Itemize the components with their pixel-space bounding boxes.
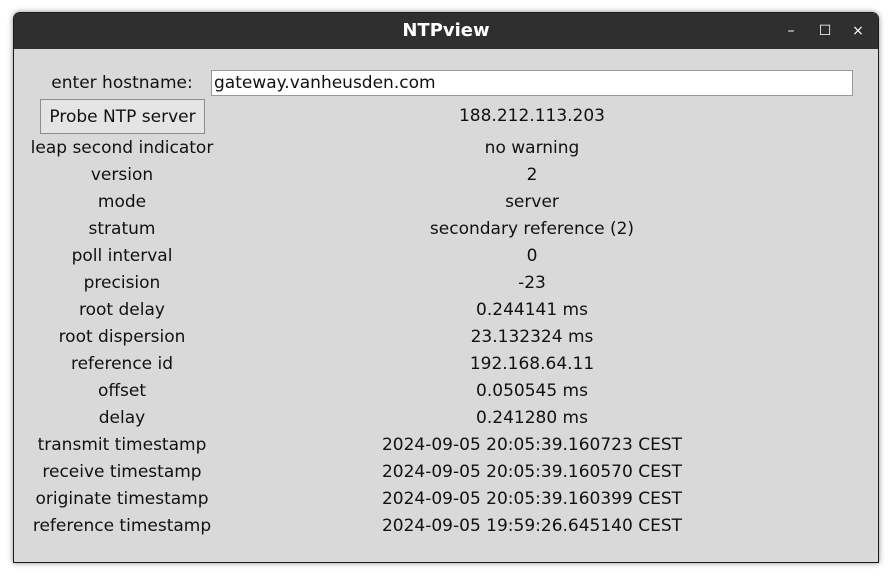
window-title: NTPview — [402, 20, 490, 41]
transmit-timestamp-value: 2024-09-05 20:05:39.160723 CEST — [381, 435, 683, 455]
reference-id-label: reference id — [70, 354, 174, 374]
maximize-icon[interactable]: ☐ — [816, 22, 834, 40]
transmit-timestamp-label: transmit timestamp — [37, 435, 207, 455]
leap-second-indicator-label: leap second indicator — [30, 138, 214, 158]
stratum-label: stratum — [88, 219, 156, 239]
offset-label: offset — [97, 381, 147, 401]
version-value: 2 — [526, 165, 538, 185]
mode-value: server — [505, 192, 559, 212]
poll-interval-value: 0 — [526, 246, 538, 266]
reference-timestamp-label: reference timestamp — [32, 516, 212, 536]
main-panel: enter hostname: Probe NTP server 188.212… — [14, 49, 878, 562]
hostname-label: enter hostname: — [51, 73, 193, 93]
receive-timestamp-label: receive timestamp — [42, 462, 202, 482]
title-bar[interactable]: NTPview – ☐ × — [14, 13, 878, 49]
root-dispersion-label: root dispersion — [58, 327, 186, 347]
delay-value: 0.241280 ms — [476, 408, 588, 428]
resolved-ip-value: 188.212.113.203 — [458, 106, 605, 126]
receive-timestamp-value: 2024-09-05 20:05:39.160570 CEST — [381, 462, 683, 482]
hostname-input[interactable] — [211, 70, 853, 96]
close-icon[interactable]: × — [849, 22, 867, 40]
probe-ntp-server-button[interactable]: Probe NTP server — [40, 99, 205, 134]
reference-id-value: 192.168.64.11 — [469, 354, 595, 374]
originate-timestamp-value: 2024-09-05 20:05:39.160399 CEST — [381, 489, 683, 509]
root-delay-value: 0.244141 ms — [476, 300, 588, 320]
stratum-value: secondary reference (2) — [429, 219, 635, 239]
minimize-icon[interactable]: – — [782, 22, 800, 40]
leap-second-indicator-value: no warning — [484, 138, 580, 158]
precision-value: -23 — [518, 273, 546, 293]
ntpview-window: NTPview – ☐ × enter hostname: Probe NTP … — [13, 12, 879, 563]
precision-label: precision — [83, 273, 161, 293]
poll-interval-label: poll interval — [71, 246, 173, 266]
delay-label: delay — [98, 408, 146, 428]
offset-value: 0.050545 ms — [476, 381, 588, 401]
originate-timestamp-label: originate timestamp — [35, 489, 209, 509]
version-label: version — [90, 165, 154, 185]
root-dispersion-value: 23.132324 ms — [470, 327, 594, 347]
mode-label: mode — [97, 192, 147, 212]
root-delay-label: root delay — [79, 300, 165, 320]
reference-timestamp-value: 2024-09-05 19:59:26.645140 CEST — [381, 516, 683, 536]
